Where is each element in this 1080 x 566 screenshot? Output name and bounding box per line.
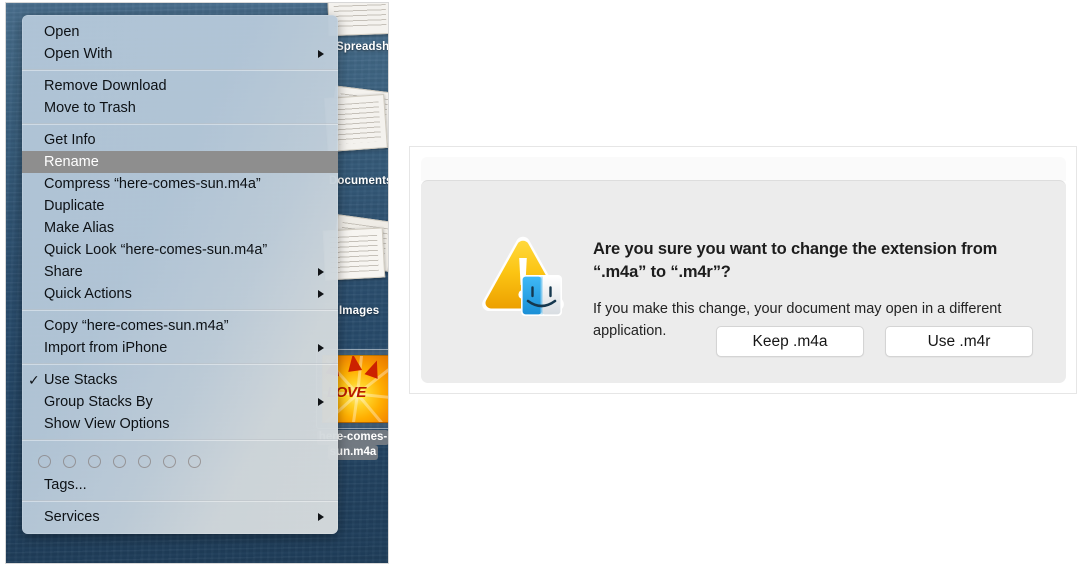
menu-section-open: Open Open With (22, 21, 338, 65)
menu-section-services: Services (22, 506, 338, 528)
stack-label-documents: Documents (329, 175, 389, 187)
menu-item-label: Get Info (44, 132, 96, 148)
document-lines (333, 3, 387, 29)
dialog-button-row: Keep .m4a Use .m4r (716, 326, 1033, 357)
menu-item-label: Services (44, 509, 100, 525)
menu-bottom-padding (22, 528, 338, 534)
menu-item-quick-actions[interactable]: Quick Actions (22, 283, 338, 305)
menu-item-open[interactable]: Open (22, 21, 338, 43)
submenu-arrow-icon (318, 290, 324, 298)
menu-item-quick-look[interactable]: Quick Look “here-comes-sun.m4a” (22, 239, 338, 261)
menu-separator (22, 439, 338, 441)
use-new-extension-button[interactable]: Use .m4r (885, 326, 1033, 357)
menu-item-label: Import from iPhone (44, 340, 168, 356)
dialog-title: Are you sure you want to change the exte… (593, 240, 998, 281)
submenu-arrow-icon (318, 268, 324, 276)
menu-item-label: Open (44, 24, 80, 40)
menu-item-import-from-iphone[interactable]: Import from iPhone (22, 337, 338, 359)
desktop-screenshot-panel: Spreadsheets Documents Images LOVE here-… (5, 2, 389, 564)
tag-color-row[interactable] (22, 445, 338, 474)
tag-dot-2[interactable] (63, 454, 76, 468)
finder-context-menu[interactable]: Open Open With Remove Download Move to T… (22, 15, 338, 534)
menu-item-services[interactable]: Services (22, 506, 338, 528)
tag-dot-6[interactable] (163, 454, 176, 468)
tag-dot-5[interactable] (138, 454, 151, 468)
menu-item-label: Show View Options (44, 416, 170, 432)
menu-section-view: Use Stacks Group Stacks By Show View Opt… (22, 369, 338, 435)
extension-change-dialog: Are you sure you want to change the exte… (421, 180, 1066, 383)
menu-item-label: Compress “here-comes-sun.m4a” (44, 176, 261, 192)
menu-item-label: Open With (44, 46, 113, 62)
menu-section-tags: Tags... (22, 445, 338, 496)
submenu-arrow-icon (318, 513, 324, 521)
menu-separator (22, 500, 338, 502)
stack-label-images: Images (339, 305, 380, 317)
menu-item-move-to-trash[interactable]: Move to Trash (22, 97, 338, 119)
tag-dot-1[interactable] (38, 454, 51, 468)
menu-item-label: Tags... (44, 477, 87, 493)
menu-item-rename[interactable]: Rename (22, 151, 338, 173)
tag-dot-3[interactable] (88, 454, 101, 468)
menu-item-make-alias[interactable]: Make Alias (22, 217, 338, 239)
menu-item-open-with[interactable]: Open With (22, 43, 338, 65)
stack-label-spreadsheets: Spreadsheets (336, 41, 389, 53)
menu-item-label: Duplicate (44, 198, 105, 214)
menu-item-duplicate[interactable]: Duplicate (22, 195, 338, 217)
menu-item-share[interactable]: Share (22, 261, 338, 283)
tag-dot-7[interactable] (188, 454, 201, 468)
submenu-arrow-icon (318, 50, 324, 58)
menu-section-copy-import: Copy “here-comes-sun.m4a” Import from iP… (22, 315, 338, 359)
menu-item-compress[interactable]: Compress “here-comes-sun.m4a” (22, 173, 338, 195)
menu-item-remove-download[interactable]: Remove Download (22, 75, 338, 97)
menu-item-label: Rename (44, 154, 99, 170)
menu-item-label: Quick Look “here-comes-sun.m4a” (44, 242, 268, 258)
menu-separator (22, 363, 338, 365)
dialog-screenshot-panel: Are you sure you want to change the exte… (409, 146, 1077, 394)
menu-item-label: Remove Download (44, 78, 167, 94)
menu-separator (22, 69, 338, 71)
menu-item-label: Make Alias (44, 220, 115, 236)
menu-separator (22, 309, 338, 311)
menu-separator (22, 123, 338, 125)
menu-item-label: Move to Trash (44, 100, 136, 116)
tag-dot-4[interactable] (113, 454, 126, 468)
warning-triangle-finder-icon (476, 231, 570, 325)
document-lines (330, 101, 382, 145)
dialog-window-titlebar (421, 157, 1066, 181)
menu-item-label: Group Stacks By (44, 394, 153, 410)
menu-item-label: Quick Actions (44, 286, 132, 302)
menu-item-use-stacks[interactable]: Use Stacks (22, 369, 338, 391)
menu-item-label: Copy “here-comes-sun.m4a” (44, 318, 229, 334)
menu-item-get-info[interactable]: Get Info (22, 129, 338, 151)
menu-item-copy[interactable]: Copy “here-comes-sun.m4a” (22, 315, 338, 337)
menu-section-file-ops: Remove Download Move to Trash (22, 75, 338, 119)
submenu-arrow-icon (318, 344, 324, 352)
menu-item-label: Share (44, 264, 83, 280)
menu-item-tags[interactable]: Tags... (22, 474, 338, 496)
submenu-arrow-icon (318, 398, 324, 406)
menu-item-label: Use Stacks (44, 372, 118, 388)
menu-item-group-stacks-by[interactable]: Group Stacks By (22, 391, 338, 413)
keep-extension-button[interactable]: Keep .m4a (716, 326, 864, 357)
menu-section-file-actions: Get Info Rename Compress “here-comes-sun… (22, 129, 338, 305)
menu-item-show-view-options[interactable]: Show View Options (22, 413, 338, 435)
